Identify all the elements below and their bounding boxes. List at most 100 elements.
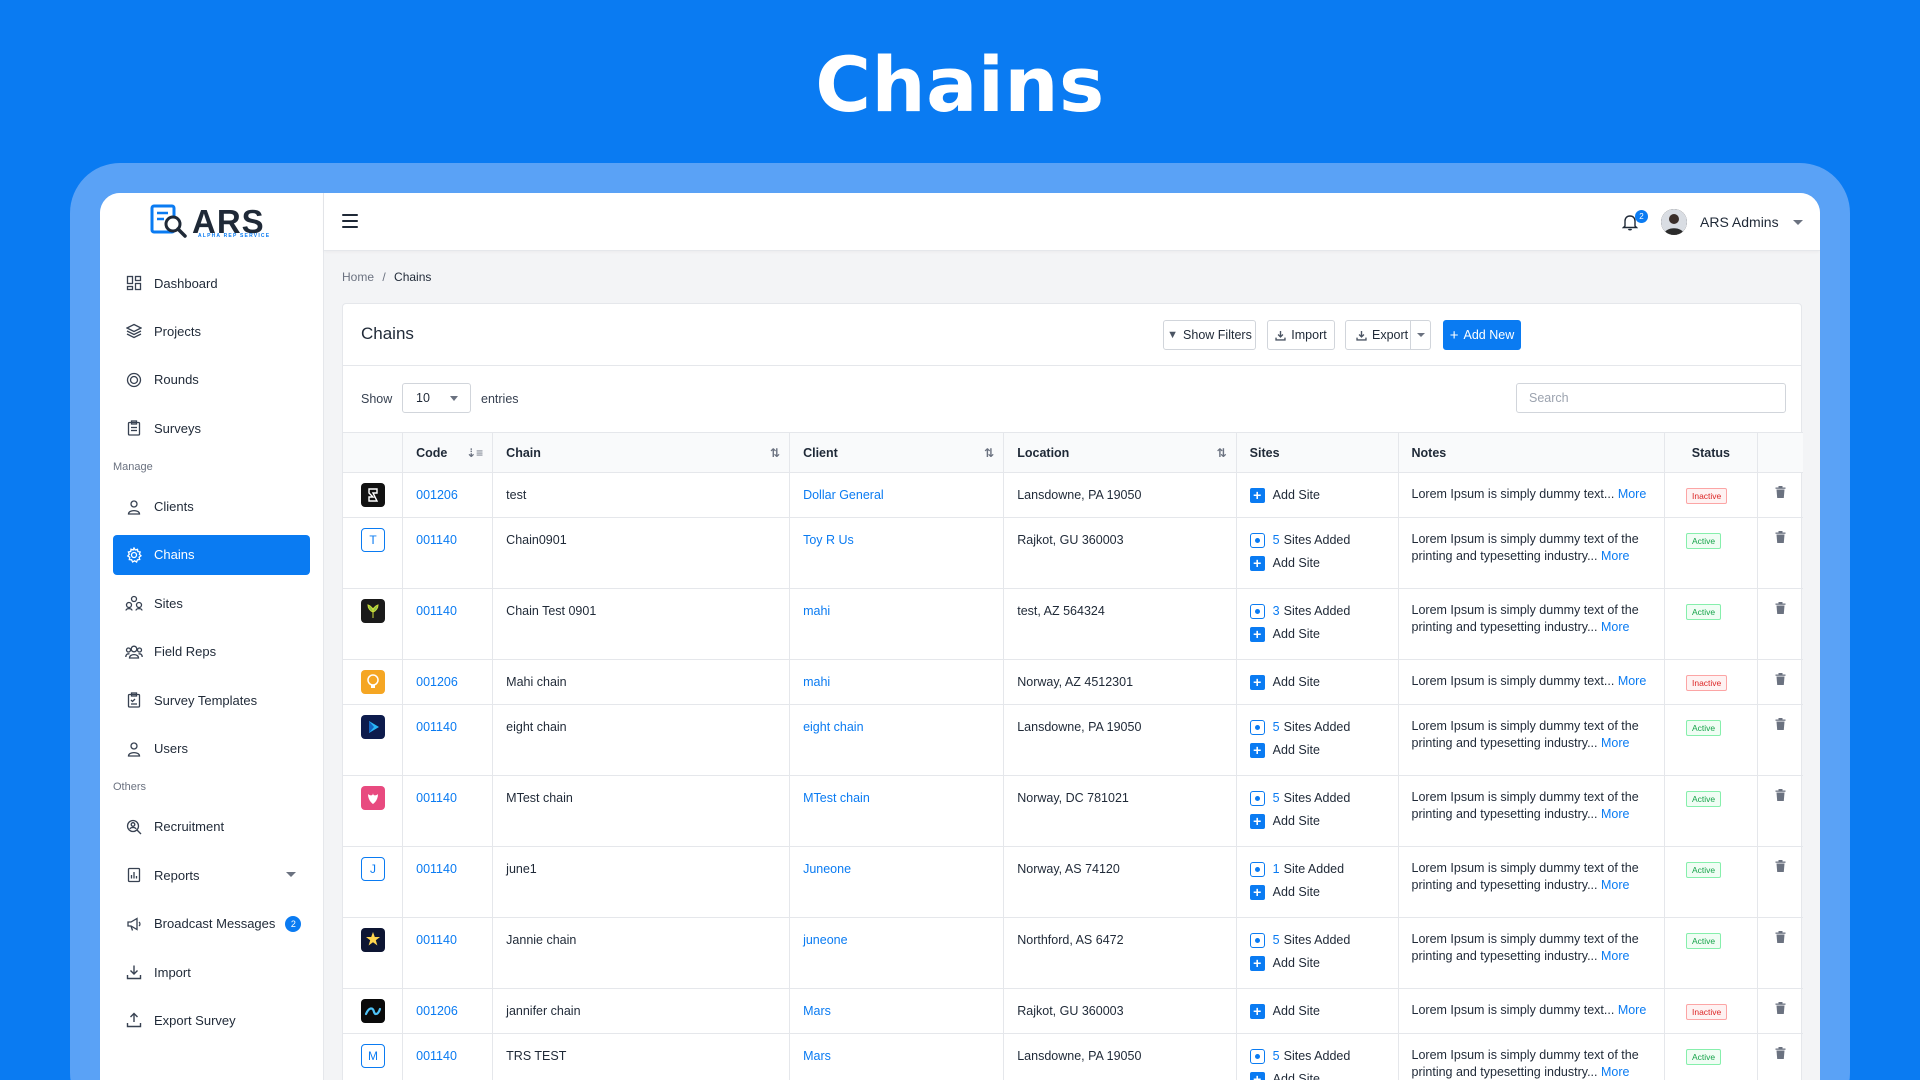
- sidebar-item-survey-templates[interactable]: Survey Templates: [113, 680, 310, 720]
- add-site-button[interactable]: + Add Site: [1249, 811, 1385, 831]
- chain-code-link[interactable]: 001140: [416, 604, 457, 618]
- sort-icon[interactable]: ⇅: [1217, 446, 1227, 460]
- trash-icon[interactable]: [1771, 673, 1790, 685]
- sidebar-item-chains[interactable]: Chains: [113, 534, 310, 575]
- add-site-button[interactable]: + Add Site: [1249, 485, 1385, 505]
- more-link[interactable]: More: [1601, 1065, 1629, 1079]
- export-button[interactable]: Export: [1345, 320, 1431, 350]
- more-link[interactable]: More: [1601, 878, 1629, 892]
- sort-icon[interactable]: ⇅: [984, 446, 994, 460]
- sort-icon[interactable]: ⇅: [770, 446, 780, 460]
- add-site-button[interactable]: + Add Site: [1249, 1069, 1385, 1080]
- add-site-button[interactable]: + Add Site: [1249, 882, 1385, 902]
- chain-code-link[interactable]: 001206: [416, 675, 458, 689]
- sidebar-item-users[interactable]: Users: [113, 729, 310, 769]
- client-link[interactable]: Toy R Us: [803, 533, 854, 547]
- column-header-code[interactable]: Code ⇣≡: [402, 432, 494, 473]
- client-link[interactable]: Mars: [803, 1049, 831, 1063]
- entries-select[interactable]: 10: [402, 383, 471, 413]
- sidebar-item-broadcast-messages[interactable]: Broadcast Messages 2: [113, 904, 310, 944]
- trash-icon[interactable]: [1771, 931, 1790, 943]
- sidebar-item-field-reps[interactable]: Field Reps: [113, 632, 310, 672]
- more-link[interactable]: More: [1601, 549, 1629, 563]
- client-link[interactable]: MTest chain: [803, 791, 870, 805]
- trash-icon[interactable]: [1771, 602, 1790, 614]
- export-dropdown-toggle[interactable]: [1410, 321, 1430, 349]
- trash-icon[interactable]: [1771, 1047, 1790, 1059]
- sites-added-link[interactable]: 3 Sites Added: [1249, 601, 1385, 621]
- sidebar-item-dashboard[interactable]: Dashboard: [113, 263, 310, 303]
- add-site-button[interactable]: + Add Site: [1249, 1001, 1385, 1021]
- user-name[interactable]: ARS Admins: [1700, 214, 1779, 230]
- table-row[interactable]: J 001140 june1 Juneone Norway, AS 74120 1 Site…: [343, 846, 1803, 918]
- add-site-button[interactable]: + Add Site: [1249, 953, 1385, 973]
- client-link[interactable]: eight chain: [803, 720, 863, 734]
- trash-icon[interactable]: [1771, 789, 1790, 801]
- sidebar-item-sites[interactable]: Sites: [113, 583, 310, 623]
- client-link[interactable]: Mars: [803, 1004, 831, 1018]
- chain-code-link[interactable]: 001140: [416, 933, 457, 947]
- table-row[interactable]: 001206 test Dollar General Lansdowne, PA 19…: [343, 472, 1803, 518]
- trash-icon[interactable]: [1771, 486, 1790, 498]
- more-link[interactable]: More: [1618, 674, 1646, 688]
- table-row[interactable]: 001140 Chain Test 0901 mahi test, AZ 564324…: [343, 588, 1803, 660]
- sites-added-link[interactable]: 5 Sites Added: [1249, 788, 1385, 808]
- sidebar-item-surveys[interactable]: Surveys: [113, 408, 310, 448]
- table-row[interactable]: 001206 Mahi chain mahi Norway, AZ 4512301 + A…: [343, 659, 1803, 705]
- table-row[interactable]: 001206 jannifer chain Mars Rajkot, GU 36000…: [343, 988, 1803, 1034]
- chain-code-link[interactable]: 001140: [416, 791, 457, 805]
- table-row[interactable]: T 001140 Chain0901 Toy R Us Rajkot, GU 36000…: [343, 517, 1803, 589]
- sidebar-item-import[interactable]: Import: [113, 952, 310, 992]
- more-link[interactable]: More: [1618, 1003, 1646, 1017]
- more-link[interactable]: More: [1601, 736, 1629, 750]
- more-link[interactable]: More: [1601, 620, 1629, 634]
- column-header-chain[interactable]: Chain ⇅: [492, 432, 791, 473]
- table-row[interactable]: 001140 eight chain eight chain Lansdowne, P…: [343, 704, 1803, 776]
- add-new-button[interactable]: + Add New: [1443, 320, 1521, 350]
- chain-code-link[interactable]: 001140: [416, 1049, 457, 1063]
- sites-added-link[interactable]: 5 Sites Added: [1249, 530, 1385, 550]
- avatar[interactable]: [1661, 209, 1687, 235]
- sidebar-item-export-survey[interactable]: Export Survey: [113, 1000, 310, 1040]
- chain-code-link[interactable]: 001140: [416, 533, 457, 547]
- sidebar-item-clients[interactable]: Clients: [113, 487, 310, 527]
- client-link[interactable]: juneone: [803, 933, 848, 947]
- chain-code-link[interactable]: 001140: [416, 720, 457, 734]
- table-row[interactable]: 001140 Jannie chain juneone Northford, AS 6…: [343, 917, 1803, 989]
- sites-added-link[interactable]: 5 Sites Added: [1249, 1046, 1385, 1066]
- menu-toggle-icon[interactable]: [342, 214, 358, 228]
- sidebar-item-reports[interactable]: Reports: [113, 855, 310, 895]
- column-header-location[interactable]: Location ⇅: [1003, 432, 1237, 473]
- add-site-button[interactable]: + Add Site: [1249, 672, 1385, 692]
- show-filters-button[interactable]: ▼ Show Filters: [1163, 320, 1256, 350]
- sidebar-item-rounds[interactable]: Rounds: [113, 360, 310, 400]
- trash-icon[interactable]: [1771, 718, 1790, 730]
- search-input[interactable]: [1516, 383, 1786, 413]
- more-link[interactable]: More: [1601, 807, 1629, 821]
- sites-added-link[interactable]: 5 Sites Added: [1249, 717, 1385, 737]
- column-header-client[interactable]: Client ⇅: [789, 432, 1005, 473]
- add-site-button[interactable]: + Add Site: [1249, 740, 1385, 760]
- client-link[interactable]: Juneone: [803, 862, 851, 876]
- add-site-button[interactable]: + Add Site: [1249, 553, 1385, 573]
- sidebar-item-recruitment[interactable]: Recruitment: [113, 807, 310, 847]
- add-site-button[interactable]: + Add Site: [1249, 624, 1385, 644]
- sites-added-link[interactable]: 5 Sites Added: [1249, 930, 1385, 950]
- trash-icon[interactable]: [1771, 531, 1790, 543]
- breadcrumb-home[interactable]: Home: [342, 270, 374, 284]
- client-link[interactable]: mahi: [803, 675, 830, 689]
- client-link[interactable]: Dollar General: [803, 488, 884, 502]
- trash-icon[interactable]: [1771, 860, 1790, 872]
- client-link[interactable]: mahi: [803, 604, 830, 618]
- chain-code-link[interactable]: 001206: [416, 488, 458, 502]
- table-row[interactable]: 001140 MTest chain MTest chain Norway, DC 7…: [343, 775, 1803, 847]
- trash-icon[interactable]: [1771, 1002, 1790, 1014]
- import-button[interactable]: Import: [1267, 320, 1335, 350]
- sidebar-item-projects[interactable]: Projects: [113, 311, 310, 351]
- sort-desc-icon[interactable]: ⇣≡: [466, 446, 483, 460]
- more-link[interactable]: More: [1618, 487, 1646, 501]
- chevron-down-icon[interactable]: [286, 872, 296, 878]
- sites-added-link[interactable]: 1 Site Added: [1249, 859, 1385, 879]
- more-link[interactable]: More: [1601, 949, 1629, 963]
- chain-code-link[interactable]: 001140: [416, 862, 457, 876]
